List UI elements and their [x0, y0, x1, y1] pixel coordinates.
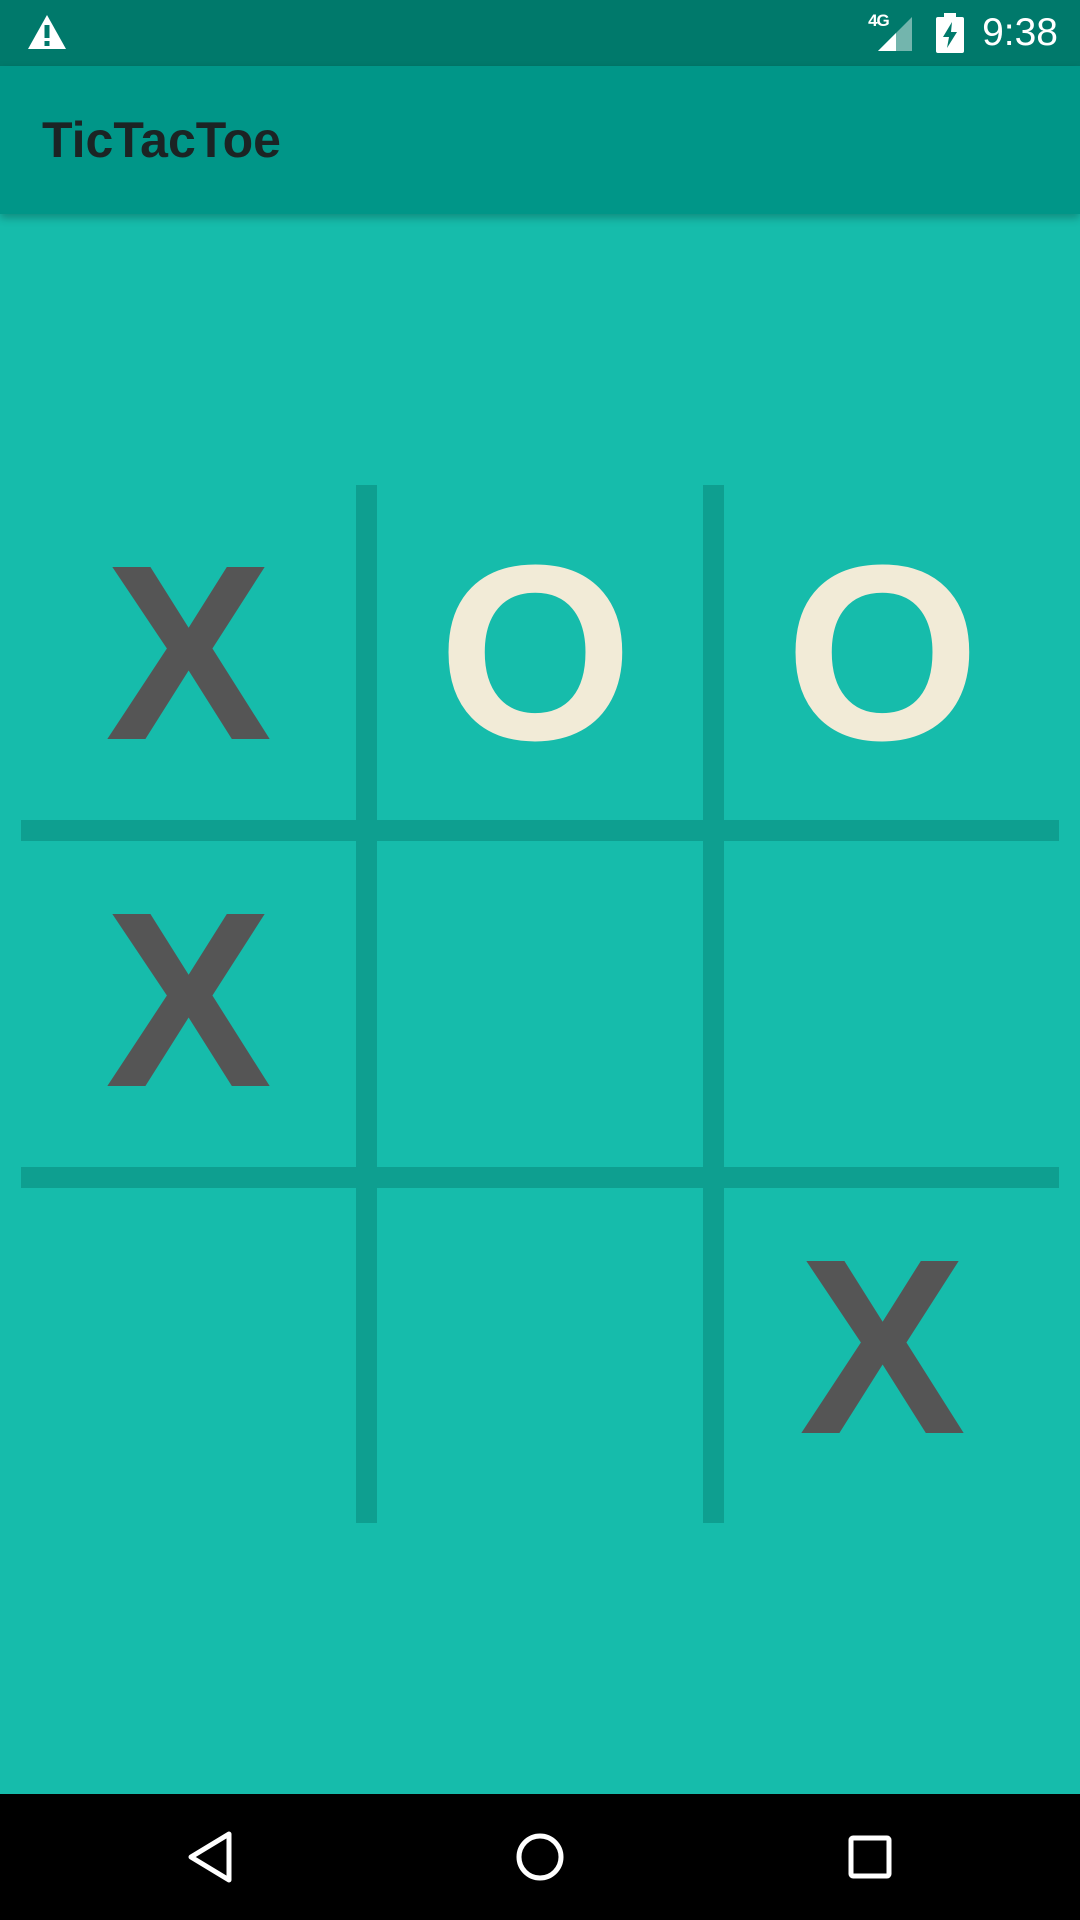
status-time: 9:38 [982, 11, 1058, 54]
board-cell-7[interactable] [368, 1179, 703, 1514]
navigation-bar [0, 1794, 1080, 1920]
board-cell-4[interactable] [368, 832, 703, 1167]
warning-icon [28, 15, 66, 49]
signal-icon: 4G [868, 11, 914, 53]
app-bar: TicTacToe [0, 66, 1080, 214]
board-cell-6[interactable] [21, 1179, 356, 1514]
status-icons: 4G 9:38 [868, 0, 1058, 66]
app-title: TicTacToe [42, 112, 281, 168]
board-cell-8[interactable]: X [715, 1179, 1050, 1514]
status-bar: 4G 9:38 [0, 0, 1080, 66]
board-cell-1[interactable]: O [368, 485, 703, 820]
home-icon[interactable] [507, 1824, 573, 1890]
board-cell-5[interactable] [715, 832, 1050, 1167]
board-cell-3[interactable]: X [21, 832, 356, 1167]
game-board: X O O X X [21, 485, 1059, 1523]
board-cell-0[interactable]: X [21, 485, 356, 820]
battery-charging-icon [936, 13, 965, 53]
recents-icon[interactable] [837, 1824, 903, 1890]
back-icon[interactable] [177, 1824, 243, 1890]
board-cell-2[interactable]: O [715, 485, 1050, 820]
screen: 4G 9:38 TicTacToe X O O X X [0, 0, 1080, 1920]
